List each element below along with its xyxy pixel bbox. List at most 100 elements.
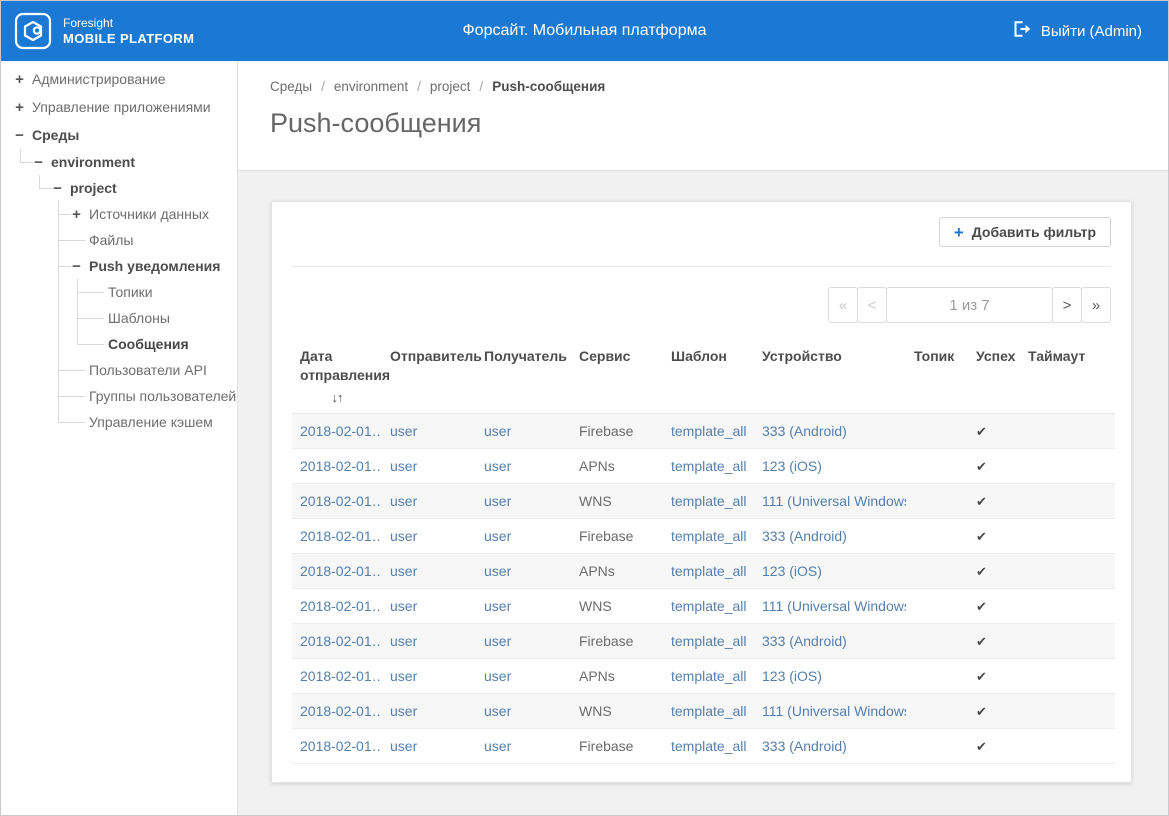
tree-item[interactable]: −project <box>51 175 237 201</box>
recipient-link[interactable]: user <box>484 598 511 614</box>
last-page-button[interactable]: » <box>1081 287 1111 323</box>
tree-item[interactable]: +Управление приложениями <box>13 93 237 121</box>
template-link[interactable]: template_all <box>671 563 747 579</box>
device-link[interactable]: 123 (iOS) <box>762 668 822 684</box>
table-row: 2018-02-01…useruserWNStemplate_all111 (U… <box>292 589 1115 624</box>
template-link[interactable]: template_all <box>671 668 747 684</box>
recipient-cell: user <box>476 554 571 589</box>
date-link[interactable]: 2018-02-01… <box>300 423 382 439</box>
breadcrumb-item[interactable]: Среды <box>270 79 312 94</box>
device-link[interactable]: 111 (Universal Windows… <box>762 493 906 509</box>
template-link[interactable]: template_all <box>671 493 747 509</box>
date-link[interactable]: 2018-02-01… <box>300 493 382 509</box>
sender-link[interactable]: user <box>390 633 417 649</box>
topic-cell <box>906 694 968 729</box>
breadcrumb-item[interactable]: environment <box>334 79 408 94</box>
template-link[interactable]: template_all <box>671 423 747 439</box>
template-cell: template_all <box>663 449 754 484</box>
sender-link[interactable]: user <box>390 458 417 474</box>
template-link[interactable]: template_all <box>671 458 747 474</box>
tree-item[interactable]: Группы пользователей <box>70 383 237 409</box>
sort-icon[interactable]: ↓↑ <box>300 388 374 407</box>
next-page-button[interactable]: > <box>1052 287 1082 323</box>
date-link[interactable]: 2018-02-01… <box>300 458 382 474</box>
table-row: 2018-02-01…useruserFirebasetemplate_all3… <box>292 414 1115 449</box>
device-link[interactable]: 111 (Universal Windows… <box>762 598 906 614</box>
recipient-link[interactable]: user <box>484 458 511 474</box>
check-icon: ✔ <box>976 599 987 614</box>
tree-item[interactable]: Управление кэшем <box>70 409 237 435</box>
sender-link[interactable]: user <box>390 668 417 684</box>
tree-item-label: Администрирование <box>32 71 166 87</box>
breadcrumb-item[interactable]: project <box>430 79 471 94</box>
date-link[interactable]: 2018-02-01… <box>300 633 382 649</box>
topic-cell <box>906 484 968 519</box>
date-link[interactable]: 2018-02-01… <box>300 738 382 754</box>
device-link[interactable]: 333 (Android) <box>762 423 847 439</box>
prev-page-button[interactable]: < <box>857 287 887 323</box>
logout-button[interactable]: Выйти (Admin) <box>1014 21 1168 41</box>
minus-icon: − <box>32 154 45 171</box>
device-link[interactable]: 111 (Universal Windows… <box>762 703 906 719</box>
tree-item[interactable]: +Источники данных <box>70 201 237 227</box>
recipient-link[interactable]: user <box>484 423 511 439</box>
column-label: Получатель <box>484 348 567 364</box>
tree-item[interactable]: −Среды <box>13 121 237 149</box>
tree-item[interactable]: Файлы <box>70 227 237 253</box>
template-link[interactable]: template_all <box>671 598 747 614</box>
tree-item[interactable]: Шаблоны <box>89 305 237 331</box>
date-link[interactable]: 2018-02-01… <box>300 563 382 579</box>
device-link[interactable]: 123 (iOS) <box>762 563 822 579</box>
add-filter-button[interactable]: + Добавить фильтр <box>939 217 1111 247</box>
sender-link[interactable]: user <box>390 703 417 719</box>
column-label: Сервис <box>579 348 630 364</box>
recipient-link[interactable]: user <box>484 563 511 579</box>
device-cell: 333 (Android) <box>754 729 906 764</box>
recipient-link[interactable]: user <box>484 738 511 754</box>
recipient-link[interactable]: user <box>484 668 511 684</box>
logout-icon <box>1014 21 1032 41</box>
device-link[interactable]: 333 (Android) <box>762 738 847 754</box>
sender-link[interactable]: user <box>390 738 417 754</box>
recipient-link[interactable]: user <box>484 633 511 649</box>
tree-item[interactable]: −environment <box>32 149 237 175</box>
tree-item[interactable]: Сообщения <box>89 331 237 357</box>
check-icon: ✔ <box>976 739 987 754</box>
tree-item[interactable]: Пользователи API <box>70 357 237 383</box>
template-link[interactable]: template_all <box>671 528 747 544</box>
device-link[interactable]: 123 (iOS) <box>762 458 822 474</box>
recipient-link[interactable]: user <box>484 493 511 509</box>
recipient-link[interactable]: user <box>484 528 511 544</box>
date-cell: 2018-02-01… <box>292 554 382 589</box>
device-cell: 111 (Universal Windows… <box>754 484 906 519</box>
recipient-link[interactable]: user <box>484 703 511 719</box>
recipient-cell: user <box>476 624 571 659</box>
success-cell: ✔ <box>968 589 1020 624</box>
sender-link[interactable]: user <box>390 528 417 544</box>
device-link[interactable]: 333 (Android) <box>762 633 847 649</box>
sender-link[interactable]: user <box>390 423 417 439</box>
tree-item[interactable]: Топики <box>89 279 237 305</box>
sender-link[interactable]: user <box>390 493 417 509</box>
template-link[interactable]: template_all <box>671 703 747 719</box>
column-header-date[interactable]: Дата отправления↓↑ <box>292 337 382 414</box>
table-row: 2018-02-01…useruserFirebasetemplate_all3… <box>292 519 1115 554</box>
template-cell: template_all <box>663 554 754 589</box>
page-header: Среды/environment/project/Push-сообщения… <box>238 61 1168 171</box>
first-page-button[interactable]: « <box>828 287 858 323</box>
tree-item[interactable]: +Администрирование <box>13 65 237 93</box>
template-link[interactable]: template_all <box>671 633 747 649</box>
date-link[interactable]: 2018-02-01… <box>300 668 382 684</box>
brand-logo[interactable]: Foresight MOBILE PLATFORM <box>1 11 194 51</box>
template-link[interactable]: template_all <box>671 738 747 754</box>
date-link[interactable]: 2018-02-01… <box>300 598 382 614</box>
sender-link[interactable]: user <box>390 598 417 614</box>
device-link[interactable]: 333 (Android) <box>762 528 847 544</box>
logout-label: Выйти (Admin) <box>1041 23 1142 40</box>
date-link[interactable]: 2018-02-01… <box>300 703 382 719</box>
tree-item[interactable]: −Push уведомления <box>70 253 237 279</box>
date-link[interactable]: 2018-02-01… <box>300 528 382 544</box>
column-header-template: Шаблон <box>663 337 754 414</box>
sender-link[interactable]: user <box>390 563 417 579</box>
success-cell: ✔ <box>968 659 1020 694</box>
